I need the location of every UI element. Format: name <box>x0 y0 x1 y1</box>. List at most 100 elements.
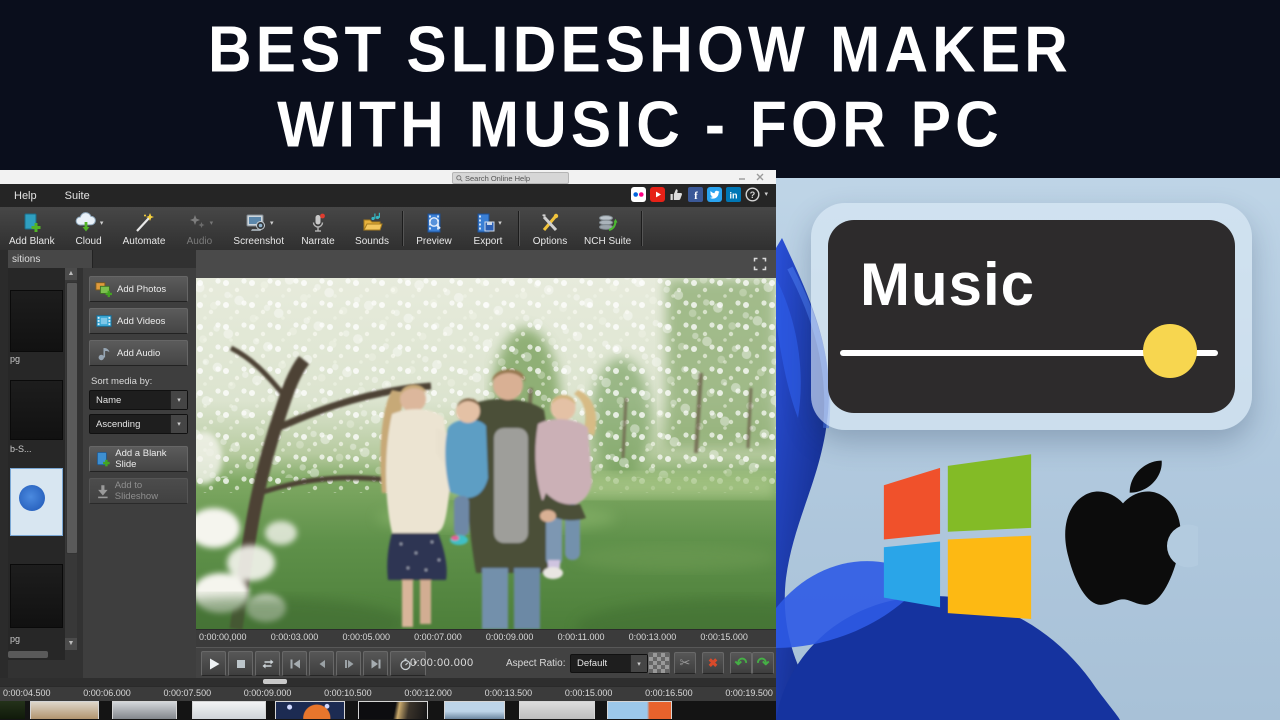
button-label: Add to Slideshow <box>115 480 187 502</box>
toolbar-button-narrate[interactable]: Narrate <box>291 207 345 250</box>
toolbar-label: Audio <box>187 236 213 247</box>
volume-slider-knob[interactable] <box>1143 324 1197 378</box>
toolbar-button-sounds[interactable]: Sounds <box>345 207 399 250</box>
sort-field-select[interactable]: Name ▾ <box>89 390 188 410</box>
aspect-ratio-label: Aspect Ratio: <box>506 658 565 669</box>
filmstrip-thumb-bright[interactable] <box>192 701 266 719</box>
filmstrip-thumb-gray[interactable] <box>519 701 595 719</box>
chevron-down-icon[interactable]: ▾ <box>764 191 768 198</box>
online-help-search-input[interactable]: Search Online Help <box>452 172 569 184</box>
timeline-scrollbar[interactable] <box>0 678 776 686</box>
filmstrip-thumb-cat[interactable] <box>30 701 99 719</box>
redo-button[interactable]: ↷ <box>752 652 774 674</box>
split-clip-button[interactable]: ✂ <box>674 652 696 674</box>
aspect-ratio-select[interactable]: Default ▾ <box>570 654 648 673</box>
ruler-tick-label: 0:00:10.500 <box>324 688 372 701</box>
skip-start-button[interactable] <box>282 651 307 676</box>
filmstrip-thumb-doorway[interactable] <box>358 701 428 719</box>
minimize-icon[interactable] <box>738 173 746 181</box>
export-icon <box>474 212 496 234</box>
filmstrip-thumb-night-fox[interactable] <box>275 701 345 719</box>
apple-logo <box>1048 458 1198 626</box>
media-thumbnail[interactable] <box>10 290 63 352</box>
filmstrip-thumb-people-jumping[interactable] <box>444 701 505 719</box>
add-photos-button[interactable]: Add Photos <box>89 276 188 302</box>
photostage-app-window: Search Online Help Help Suite f in ? ▾ <box>0 170 776 720</box>
filmstrip-thumb-partial[interactable] <box>0 701 25 719</box>
narrate-icon <box>307 212 329 234</box>
play-button[interactable] <box>201 651 226 676</box>
filmstrip-thumb-raccoon[interactable] <box>112 701 177 719</box>
stop-button[interactable] <box>228 651 253 676</box>
close-icon[interactable] <box>756 173 764 181</box>
toolbar-button-add-blank[interactable]: Add Blank <box>2 207 62 250</box>
toolbar-button-options[interactable]: Options <box>523 207 577 250</box>
media-thumbnail[interactable] <box>10 380 63 440</box>
menu-help[interactable]: Help <box>0 190 51 202</box>
facebook-icon[interactable]: f <box>688 187 703 202</box>
window-controls <box>738 172 764 181</box>
ruler-tick-label: 0:00:15.000 <box>565 688 613 701</box>
toolbar-label: Add Blank <box>9 236 55 247</box>
toolbar-button-export[interactable]: ▾ Export <box>461 207 515 250</box>
add-blank-slide-button[interactable]: Add a Blank Slide <box>89 446 188 472</box>
scroll-up-icon[interactable]: ▲ <box>65 268 77 280</box>
scrollbar-thumb[interactable] <box>8 651 48 658</box>
preview-timeline-ruler[interactable]: 0:00:00,000 0:00:03.000 0:00:05.000 0:00… <box>196 629 776 647</box>
add-audio-icon <box>95 344 113 362</box>
media-thumbnail-selected[interactable] <box>10 468 63 536</box>
thumbnail-canvas: BEST SLIDESHOW MAKER WITH MUSIC - FOR PC… <box>0 0 1280 720</box>
toolbar-button-nch-suite[interactable]: NCH Suite <box>577 207 638 250</box>
scrollbar-thumb[interactable] <box>66 282 78 554</box>
help-icon[interactable]: ? <box>745 187 760 202</box>
options-icon <box>539 212 561 234</box>
toolbar-button-cloud[interactable]: ▾ Cloud <box>62 207 116 250</box>
step-forward-button[interactable] <box>336 651 361 676</box>
media-filename: pg <box>10 354 61 364</box>
timeline-filmstrip <box>0 701 776 720</box>
skip-end-button[interactable] <box>363 651 388 676</box>
delete-clip-button[interactable]: ✖ <box>702 652 724 674</box>
chevron-down-icon: ▾ <box>210 220 214 227</box>
nch-suite-icon <box>596 212 620 234</box>
sort-order-select[interactable]: Ascending ▾ <box>89 414 188 434</box>
undo-button[interactable]: ↶ <box>730 652 752 674</box>
scroll-down-icon[interactable]: ▼ <box>65 638 77 650</box>
ruler-tick-label: 0:00:11.000 <box>558 632 605 647</box>
linkedin-icon[interactable]: in <box>726 187 741 202</box>
slideshow-preview: 0:00:00,000 0:00:03.000 0:00:05.000 0:00… <box>196 250 776 720</box>
media-filename: b-S... <box>10 444 61 454</box>
tab-transitions[interactable]: sitions <box>8 250 93 268</box>
scrollbar-thumb[interactable] <box>263 679 287 684</box>
media-list-hscrollbar[interactable] <box>8 650 65 660</box>
toolbar-label: Cloud <box>76 236 102 247</box>
toolbar-button-screenshot[interactable]: ▾ Screenshot <box>226 207 291 250</box>
button-label: Add Audio <box>117 348 160 359</box>
toolbar-button-preview[interactable]: Preview <box>407 207 461 250</box>
chart-thumbnail-icon <box>19 485 45 511</box>
media-list-scrollbar[interactable]: ▲ ▼ <box>65 268 77 650</box>
media-thumbnail[interactable] <box>10 564 63 628</box>
menu-suite[interactable]: Suite <box>51 190 104 202</box>
flickr-icon[interactable] <box>631 187 646 202</box>
banner-edge <box>776 170 1280 178</box>
toolbar-label: Sounds <box>355 236 389 247</box>
ruler-tick-label: 0:00:04.500 <box>3 688 51 701</box>
add-audio-button[interactable]: Add Audio <box>89 340 188 366</box>
ruler-tick-label: 0:00:09.000 <box>244 688 292 701</box>
background-pattern-button[interactable] <box>648 652 670 674</box>
like-icon[interactable] <box>669 187 684 202</box>
filmstrip-thumb-sky-orange[interactable] <box>607 701 672 719</box>
sort-media-label: Sort media by: <box>91 376 152 387</box>
step-back-button[interactable] <box>309 651 334 676</box>
twitter-icon[interactable] <box>707 187 722 202</box>
delete-x-icon: ✖ <box>708 656 718 670</box>
add-videos-button[interactable]: Add Videos <box>89 308 188 334</box>
timeline-ruler[interactable]: 0:00:04.500 0:00:06.000 0:00:07.500 0:00… <box>0 686 776 701</box>
ruler-tick-label: 0:00:05.000 <box>342 632 390 647</box>
toolbar-button-automate[interactable]: Automate <box>116 207 173 250</box>
youtube-icon[interactable] <box>650 187 665 202</box>
loop-button[interactable] <box>255 651 280 676</box>
media-list[interactable]: pg b-S... pg <box>8 268 65 650</box>
fullscreen-icon[interactable] <box>752 256 768 272</box>
